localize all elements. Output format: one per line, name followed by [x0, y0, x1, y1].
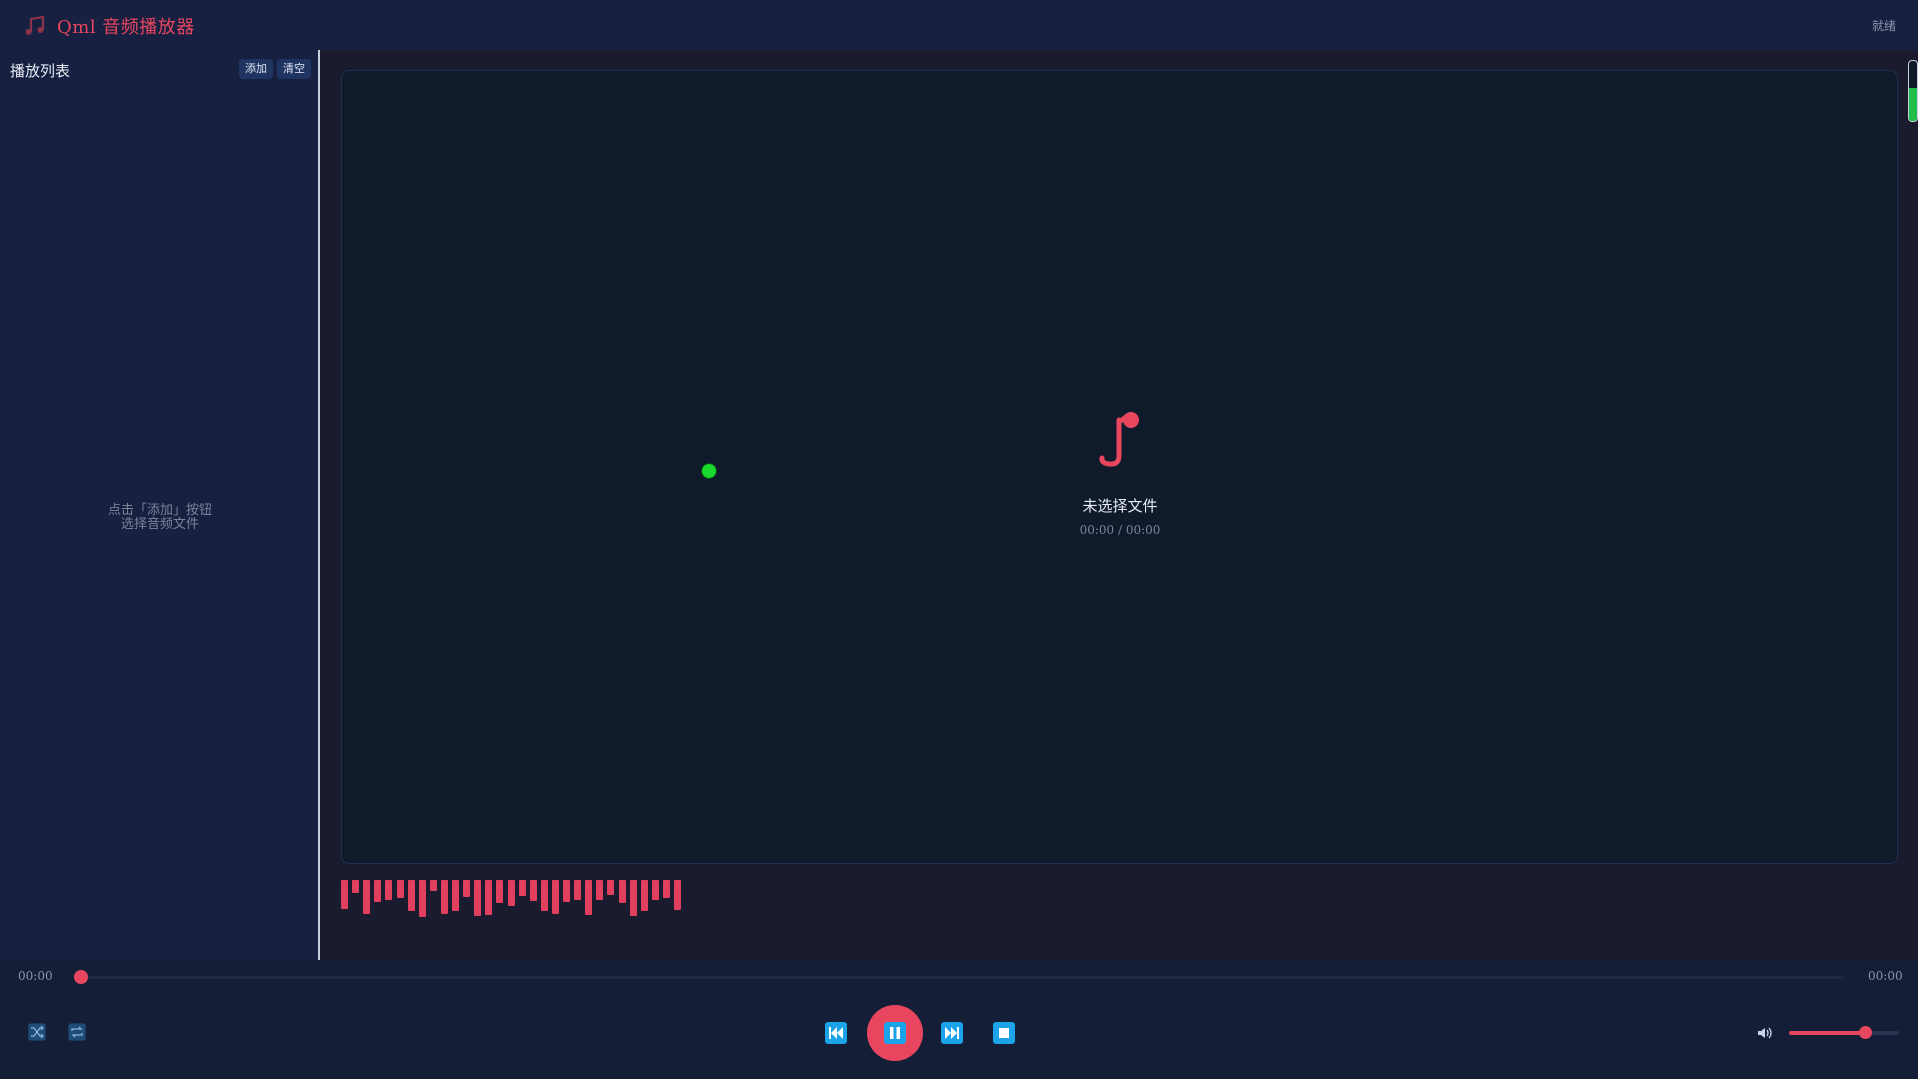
- spectrum-bar: [440, 880, 448, 914]
- spectrum-bar: [363, 880, 371, 914]
- volume-fill: [1789, 1031, 1865, 1035]
- playlist-title: 播放列表: [10, 62, 71, 80]
- total-time: 00:00: [1868, 969, 1903, 983]
- app-title: Qml 音频播放器: [57, 17, 195, 38]
- volume-handle[interactable]: [1858, 1026, 1872, 1039]
- skip-next-icon[interactable]: [941, 1022, 963, 1044]
- spectrum-bar: [407, 880, 415, 911]
- progress-handle[interactable]: [74, 970, 88, 984]
- spectrum-bar: [396, 880, 404, 898]
- spectrum-bar: [341, 880, 348, 909]
- spectrum-bar: [662, 880, 670, 898]
- spectrum-bar: [429, 880, 437, 891]
- spectrum-bar: [629, 880, 637, 916]
- empty-hint-line: 点击「添加」按钮: [107, 503, 212, 518]
- status-text: 就绪: [1871, 19, 1896, 33]
- level-meter: [1908, 60, 1918, 122]
- title-bar: Qml 音频播放器 就绪: [0, 0, 1918, 50]
- spectrum-visualizer: [341, 880, 701, 940]
- current-time: 00:00: [18, 969, 53, 983]
- playlist-empty-hint: 点击「添加」按钮 选择音频文件: [60, 504, 260, 532]
- spectrum-bar: [529, 880, 537, 901]
- spectrum-bar: [551, 880, 559, 914]
- track-time: 00:00 / 00:00: [1079, 523, 1161, 537]
- spectrum-bar: [563, 880, 570, 902]
- progress-slider[interactable]: [80, 976, 1844, 979]
- spectrum-bar: [640, 880, 648, 911]
- indicator-dot: [702, 464, 716, 478]
- spectrum-bar: [540, 880, 548, 911]
- spectrum-bar: [674, 880, 681, 910]
- level-meter-fill: [1909, 88, 1917, 121]
- volume-slider[interactable]: [1789, 1031, 1899, 1035]
- spectrum-bar: [585, 880, 593, 915]
- spectrum-bar: [518, 880, 526, 896]
- track-title: 未选择文件: [1082, 497, 1158, 515]
- spectrum-bar: [496, 880, 504, 903]
- volume-icon[interactable]: [1756, 1024, 1774, 1042]
- empty-hint-line: 选择音频文件: [120, 517, 199, 532]
- spectrum-bar: [507, 880, 515, 906]
- pause-icon: [884, 1022, 906, 1044]
- spectrum-bar: [385, 880, 393, 900]
- spectrum-bar: [607, 880, 615, 895]
- spectrum-bar: [596, 880, 604, 900]
- shuffle-icon[interactable]: [28, 1023, 46, 1041]
- spectrum-bar: [452, 880, 459, 911]
- spectrum-bar: [374, 880, 382, 902]
- spectrum-bar: [651, 880, 659, 900]
- spectrum-bar: [618, 880, 626, 903]
- spectrum-bar: [418, 880, 426, 917]
- spectrum-bar: [463, 880, 471, 897]
- add-button[interactable]: 添加: [239, 59, 273, 79]
- music-note-icon: [25, 15, 45, 35]
- music-note-icon: [1099, 412, 1139, 467]
- skip-previous-icon[interactable]: [825, 1022, 847, 1044]
- repeat-icon[interactable]: [68, 1023, 86, 1041]
- clear-button[interactable]: 清空: [277, 59, 311, 79]
- spectrum-bar: [474, 880, 482, 916]
- spectrum-bar: [574, 880, 582, 900]
- stop-icon[interactable]: [993, 1022, 1015, 1044]
- spectrum-bar: [485, 880, 493, 915]
- spectrum-bar: [352, 880, 360, 893]
- play-pause-button[interactable]: [867, 1005, 923, 1061]
